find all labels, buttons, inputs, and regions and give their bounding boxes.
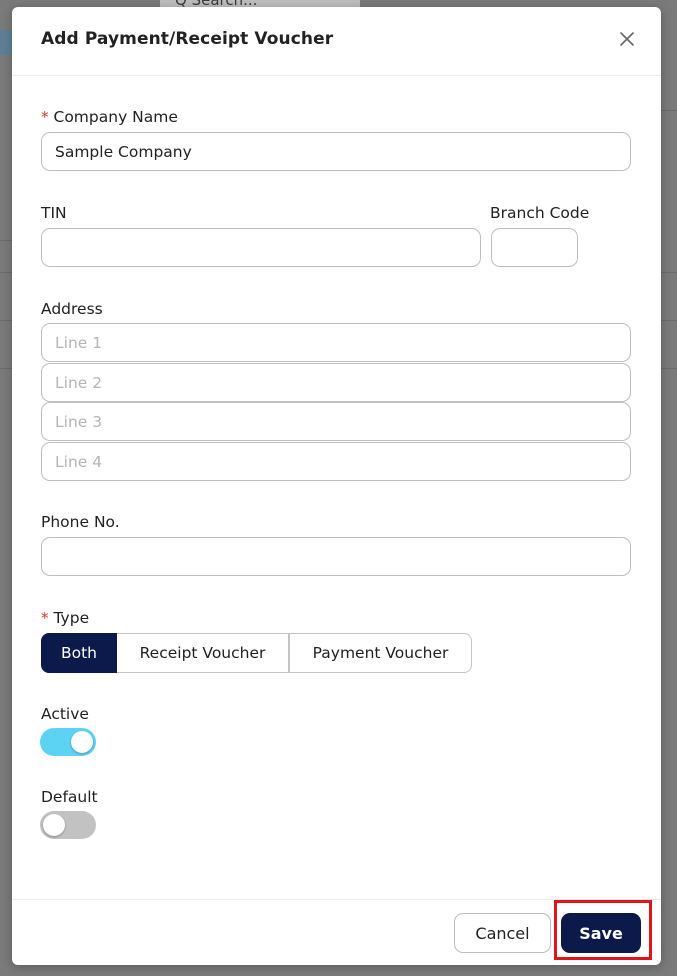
add-voucher-modal: Add Payment/Receipt Voucher * Company Nam…: [12, 7, 661, 965]
required-mark: *: [41, 108, 49, 126]
phone-label: Phone No.: [41, 513, 120, 531]
default-toggle[interactable]: [40, 811, 96, 839]
address-line-3-input[interactable]: [41, 402, 631, 441]
background-sidebar-strip: [0, 30, 12, 55]
toggle-knob: [43, 814, 65, 836]
type-option-receipt-voucher[interactable]: Receipt Voucher: [117, 633, 289, 673]
branch-code-input[interactable]: [491, 228, 578, 267]
close-icon: [620, 32, 634, 46]
address-line-4-input[interactable]: [41, 442, 631, 481]
required-mark: *: [41, 609, 49, 627]
modal-footer: Cancel Save: [12, 899, 661, 965]
type-option-both[interactable]: Both: [41, 633, 117, 673]
background-divider: [0, 368, 12, 369]
tin-label: TIN: [41, 204, 67, 222]
company-name-label-text: Company Name: [53, 108, 178, 126]
background-divider: [661, 272, 677, 273]
type-label: * Type: [41, 609, 89, 627]
modal-header: Add Payment/Receipt Voucher: [12, 7, 661, 76]
tin-input[interactable]: [41, 228, 481, 267]
address-line-2-input[interactable]: [41, 363, 631, 402]
cancel-button[interactable]: Cancel: [454, 913, 551, 953]
default-label: Default: [41, 788, 98, 806]
type-option-payment-voucher[interactable]: Payment Voucher: [289, 633, 472, 673]
toggle-knob: [71, 731, 93, 753]
background-divider: [0, 240, 12, 241]
type-segmented-control: Both Receipt Voucher Payment Voucher: [41, 633, 472, 673]
company-name-label: * Company Name: [41, 108, 178, 126]
save-button[interactable]: Save: [561, 913, 641, 953]
company-name-input[interactable]: [41, 132, 631, 171]
type-label-text: Type: [53, 609, 90, 627]
background-divider: [0, 320, 12, 321]
branch-code-label: Branch Code: [490, 204, 590, 222]
background-divider: [661, 110, 677, 111]
close-button[interactable]: [616, 28, 638, 50]
background-divider: [661, 368, 677, 369]
active-label: Active: [41, 705, 89, 723]
background-divider: [0, 272, 12, 273]
address-line-1-input[interactable]: [41, 323, 631, 362]
address-label: Address: [41, 300, 103, 318]
phone-input[interactable]: [41, 537, 631, 576]
modal-title: Add Payment/Receipt Voucher: [41, 29, 334, 49]
background-divider: [661, 320, 677, 321]
active-toggle[interactable]: [40, 728, 96, 756]
